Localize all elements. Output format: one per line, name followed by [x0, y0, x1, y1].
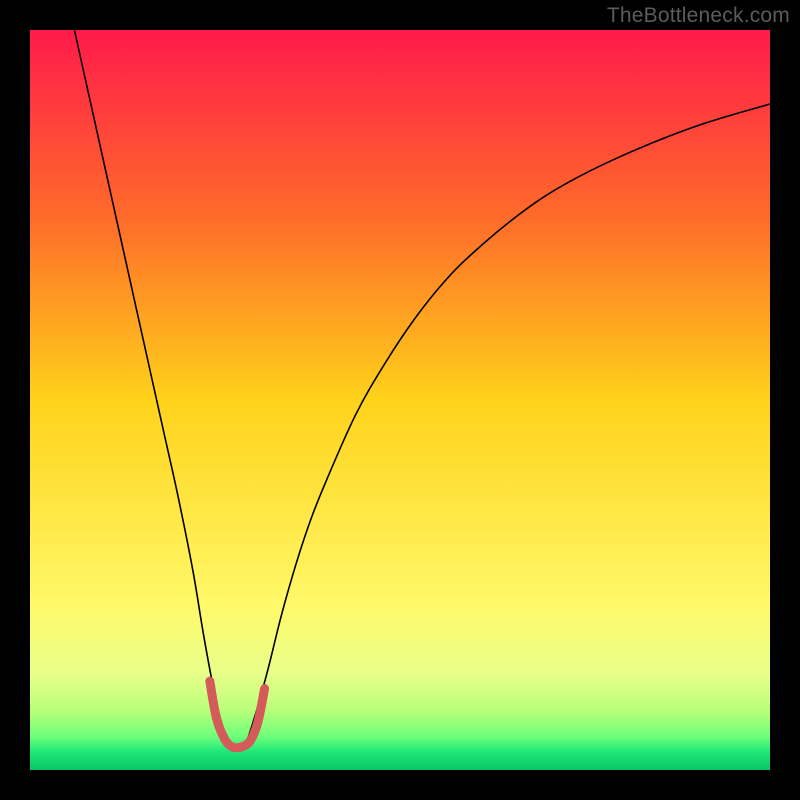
plot-area [30, 30, 770, 770]
gradient-background [30, 30, 770, 770]
chart-svg [30, 30, 770, 770]
watermark-text: TheBottleneck.com [607, 4, 790, 28]
chart-frame: TheBottleneck.com [0, 0, 800, 800]
